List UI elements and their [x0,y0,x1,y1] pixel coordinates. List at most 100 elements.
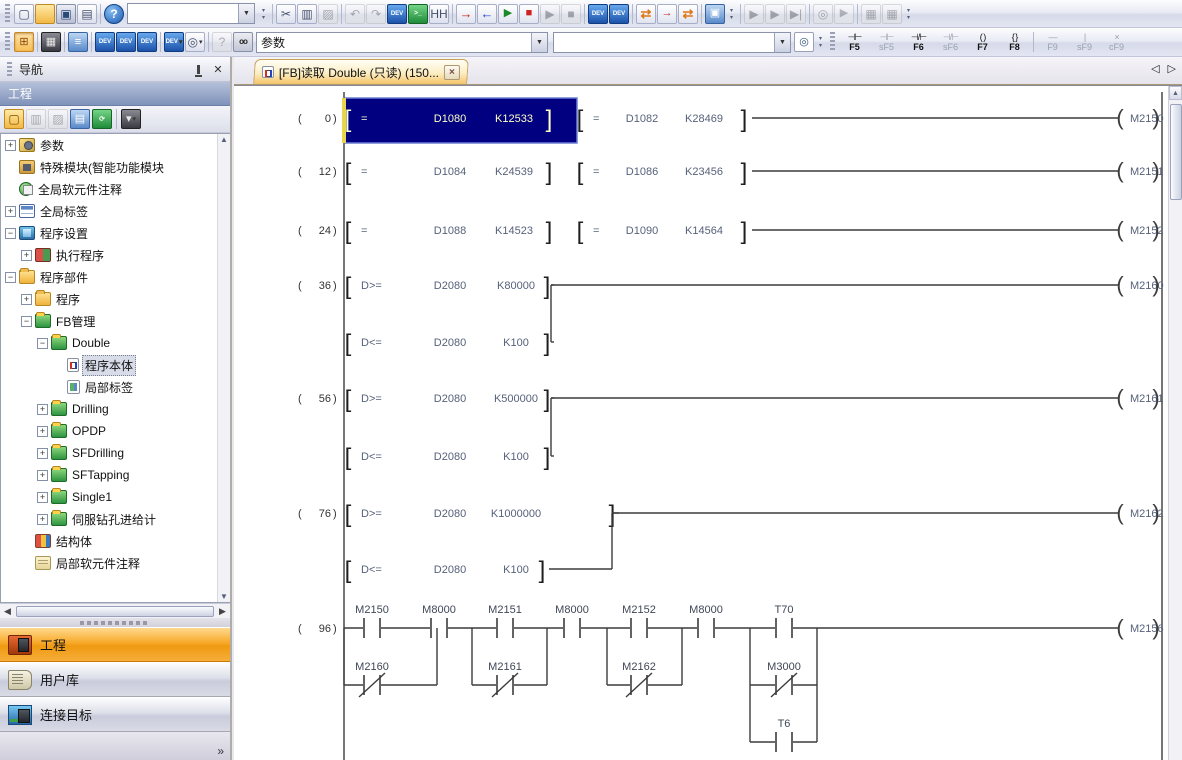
tree-item-structure[interactable]: 结构体 [1,530,230,552]
ladder-rung-12[interactable]: (12)[=D1084K24539][=D1086K23456](M2151) [298,158,1164,186]
save-icon[interactable]: ▣ [56,4,76,24]
ladder-rung-24[interactable]: (24)[=D1088K14523][=D1090K14564](M2152) [298,217,1164,245]
chevron-down-icon[interactable]: ▼ [238,4,254,23]
tree-item-global-device-comment[interactable]: 全局软元件注释 [1,178,230,200]
sort-icon[interactable]: ▾▾ [121,109,141,129]
expand-icon[interactable]: + [37,426,48,437]
module-configuration-icon[interactable]: ▦ [41,32,61,52]
transfer-setup2-icon[interactable]: ⇄ [678,4,698,24]
scroll-down-icon[interactable]: ▼ [220,592,228,601]
ladder-canvas[interactable]: (0)[=D1080K12533][=D1082K28469](M2150) (1… [234,86,1168,760]
collapse-icon[interactable]: − [21,316,32,327]
scrollbar-thumb[interactable] [1170,104,1182,200]
collapse-chevron-icon[interactable]: » [217,744,224,758]
toolbar-overflow-icon[interactable]: ▾▾ [258,4,269,24]
device-search-icon[interactable]: ◎▾ [185,32,205,52]
tab-close-icon[interactable]: × [444,65,460,80]
device-find-icon[interactable]: DEV [387,4,407,24]
collapse-icon[interactable]: − [5,272,16,283]
ladder-symbol-f8-button[interactable]: { }F8 [999,30,1030,55]
quick-access-combo[interactable]: ▼ [127,3,255,24]
refresh-icon[interactable]: ⟳ [92,109,112,129]
expand-icon[interactable]: + [37,404,48,415]
device-comment-icon[interactable]: DEV [95,32,115,52]
chevron-down-icon[interactable]: ▼ [774,33,790,52]
device-registration-monitor-icon[interactable]: DEV [609,4,629,24]
ladder-rung-56[interactable]: (56)[D>=D2080K500000][D<=D2080K100](M216… [298,385,1164,471]
expand-icon[interactable]: + [37,492,48,503]
write-verify-icon[interactable]: → [657,4,677,24]
ladder-rung-0[interactable]: (0)[=D1080K12533][=D1082K28469](M2150) [298,98,1164,143]
editor-vertical-scrollbar[interactable]: ▲ [1168,86,1182,760]
tree-item-fb-double-folder[interactable]: −Double [1,332,230,354]
data-property-icon[interactable]: ▤ [70,109,90,129]
toolbar-overflow-icon[interactable]: ▾▾ [903,4,914,24]
collapse-icon[interactable]: − [37,338,48,349]
expand-icon[interactable]: + [21,250,32,261]
tree-item-fb-servo-drill-folder[interactable]: +伺服钻孔进给计 [1,508,230,530]
tree-item-special-module[interactable]: 特殊模块(智能功能模块 [1,156,230,178]
tree-item-fb-sfdrilling-folder[interactable]: +SFDrilling [1,442,230,464]
expand-icon[interactable]: + [21,294,32,305]
device-memory-icon[interactable]: DEV [116,32,136,52]
contact-T70[interactable]: T70 [775,604,794,638]
scroll-left-icon[interactable]: ◀ [0,606,15,617]
contact-M2152[interactable]: M2152 [622,604,656,638]
tree-item-fb-manage-folder[interactable]: −FB管理 [1,310,230,332]
toolbar-overflow-icon[interactable]: ▾▾ [815,32,826,52]
find-value-combo[interactable]: ▼ [553,32,791,53]
monitor-start-icon[interactable]: ▶ [498,4,518,24]
write-to-plc-icon[interactable]: → [456,4,476,24]
find-icon[interactable]: oo [233,32,253,52]
tree-item-program-body[interactable]: 程序本体 [1,354,230,376]
tree-item-parameter[interactable]: +参数 [1,134,230,156]
contact-M2151[interactable]: M2151 [488,604,522,638]
expand-icon[interactable]: + [5,140,16,151]
print-icon[interactable]: ▤ [77,4,97,24]
tree-vertical-scrollbar[interactable]: ▲ ▼ [217,134,230,602]
contact-M8000[interactable]: M8000 [555,604,589,638]
contact-M8000[interactable]: M8000 [422,604,456,638]
tree-item-pou-folder[interactable]: −程序部件 [1,266,230,288]
ladder-symbol-f7-button[interactable]: ( )F7 [967,30,998,55]
tab-scroll-left-icon[interactable]: ◁ [1151,62,1159,75]
device-batch-monitor-icon[interactable]: DEV [588,4,608,24]
project-tree[interactable]: +参数特殊模块(智能功能模块全局软元件注释+全局标签−程序设置+执行程序−程序部… [0,133,230,603]
contact-M8000[interactable]: M8000 [689,604,723,638]
task-list-icon[interactable]: ≡ [68,32,88,52]
tree-item-fb-sftapping-folder[interactable]: +SFTapping [1,464,230,486]
help-icon[interactable]: ? [104,4,124,24]
contact-T6[interactable]: T6 [776,718,792,752]
expand-icon[interactable]: + [37,470,48,481]
ladder-rung-96[interactable]: (96)M2150M8000M2151M8000M2152M8000T70M21… [298,604,1164,752]
verify-icon[interactable]: HH [429,4,449,24]
scrollbar-thumb[interactable] [16,606,214,617]
pin-icon[interactable] [190,62,206,77]
tab-fb-double[interactable]: [FB]读取 Double (只读) (150... × [253,59,469,84]
tree-item-local-device-comment[interactable]: 局部软元件注释 [1,552,230,574]
tree-item-program-setting[interactable]: −程序设置 [1,222,230,244]
contact-M2160[interactable]: M2160 [355,661,389,697]
tab-scroll-right-icon[interactable]: ▷ [1168,62,1176,75]
tree-item-fb-single1-folder[interactable]: +Single1 [1,486,230,508]
contact-M2161[interactable]: M2161 [488,661,522,697]
find-in-window-icon[interactable]: ◎ [794,32,814,52]
scroll-up-icon[interactable]: ▲ [1169,86,1182,100]
remote-operation-icon[interactable]: ▣ [705,4,725,24]
close-icon[interactable]: ✕ [210,62,226,77]
contact-M2162[interactable]: M2162 [622,661,656,697]
new-data-icon[interactable]: ▢ [4,109,24,129]
cut-icon[interactable]: ✂ [276,4,296,24]
monitor-stop-icon[interactable]: ■ [519,4,539,24]
ladder-editor[interactable]: (0)[=D1080K12533][=D1082K28469](M2150) (1… [234,85,1182,760]
copy-icon[interactable]: ▥ [297,4,317,24]
new-file-icon[interactable]: ▢ [14,4,34,24]
tree-item-fb-opdp-folder[interactable]: +OPDP [1,420,230,442]
expand-icon[interactable]: + [37,514,48,525]
panel-splitter[interactable] [0,618,230,627]
ladder-symbol-f5-button[interactable]: ⊣⊢F5 [839,30,870,55]
device-display-icon[interactable]: DEV▾ [164,32,184,52]
transfer-setup-icon[interactable]: ⇄ [636,4,656,24]
nav-button-project[interactable]: 工程 [0,627,230,662]
tree-item-execution-program[interactable]: +执行程序 [1,244,230,266]
